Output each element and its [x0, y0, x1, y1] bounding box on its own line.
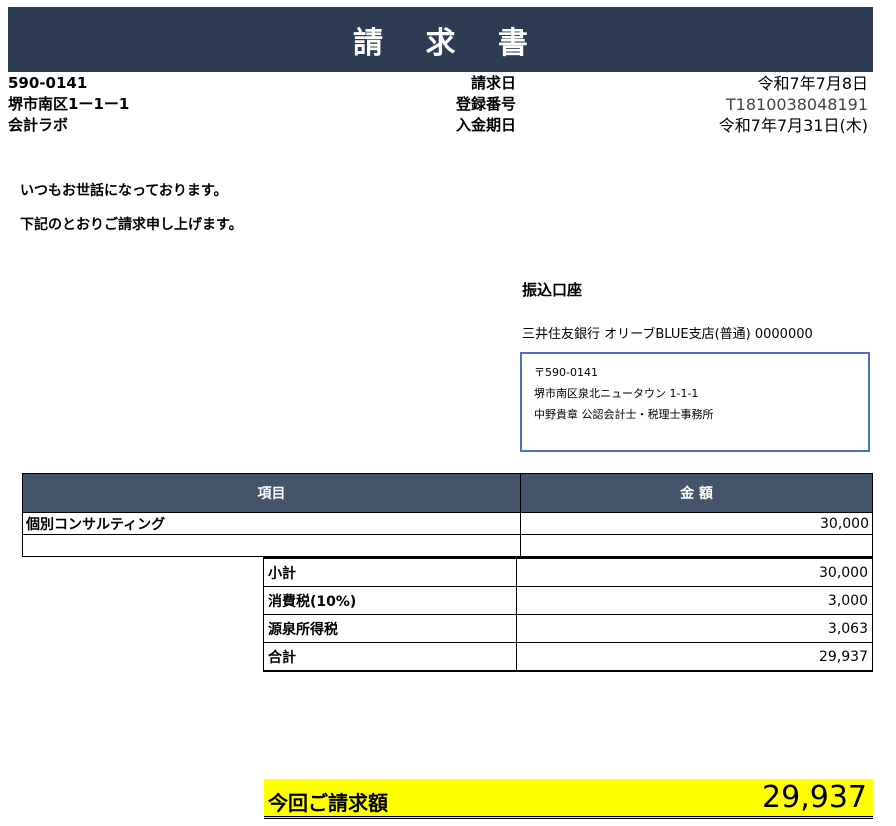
total-label: 合計	[263, 642, 517, 672]
item-column-header: 項目	[22, 473, 521, 513]
summary-table: 小計 30,000 消費税(10%) 3,000 源泉所得税 3,063 合計 …	[263, 557, 873, 672]
consumption-tax-label: 消費税(10%)	[263, 586, 517, 615]
meta-labels: 請求日 登録番号 入金期日	[420, 73, 516, 136]
withholding-tax-row: 源泉所得税 3,063	[263, 614, 873, 643]
consumption-tax-amount: 3,000	[516, 586, 873, 615]
withholding-tax-amount: 3,063	[516, 614, 873, 643]
sender-address: 堺市南区泉北ニュータウン 1-1-1	[534, 387, 699, 400]
consumption-tax-row: 消費税(10%) 3,000	[263, 586, 873, 615]
registration-number-label: 登録番号	[455, 95, 516, 113]
recipient-postal: 590-0141	[8, 74, 88, 92]
subtotal-label: 小計	[263, 557, 517, 587]
bank-title: 振込口座	[522, 281, 583, 299]
billing-amount-value: 29,937	[762, 780, 867, 815]
subtotal-row: 小計 30,000	[263, 557, 873, 587]
item-cell: 個別コンサルティング	[22, 512, 521, 535]
sender-address-box: 〒590-0141 堺市南区泉北ニュータウン 1-1-1 中野貴章 公認会計士・…	[520, 352, 870, 452]
invoice-date-label: 請求日	[470, 74, 516, 92]
items-table: 項目 金 額 個別コンサルティング 30,000	[22, 473, 873, 557]
greeting-line-2: 下記のとおりご請求申し上げます。	[20, 217, 243, 233]
billing-amount-label: 今回ご請求額	[268, 791, 388, 815]
title-bar: 請 求 書	[8, 7, 873, 72]
table-row: 個別コンサルティング 30,000	[22, 512, 873, 535]
bank-account: 三井住友銀行 オリーブBLUE支店(普通) 0000000	[522, 327, 813, 342]
billing-amount-bar: 今回ご請求額 29,937	[264, 779, 873, 819]
amount-cell: 30,000	[520, 512, 873, 535]
amount-column-header: 金 額	[520, 473, 873, 513]
withholding-tax-label: 源泉所得税	[263, 614, 517, 643]
subtotal-amount: 30,000	[516, 557, 873, 587]
items-header-row: 項目 金 額	[22, 473, 873, 513]
item-cell	[22, 534, 521, 557]
sender-name: 中野貴章 公認会計士・税理士事務所	[534, 408, 714, 421]
meta-values: 令和7年7月8日 T1810038048191 令和7年7月31日(木)	[620, 73, 868, 136]
due-date-value: 令和7年7月31日(木)	[718, 116, 868, 135]
table-row	[22, 534, 873, 557]
amount-cell	[520, 534, 873, 557]
registration-number-value: T1810038048191	[725, 95, 868, 114]
total-row: 合計 29,937	[263, 642, 873, 672]
recipient-address: 堺市南区1ー1ー1	[8, 95, 130, 113]
sender-postal: 〒590-0141	[534, 366, 598, 379]
recipient-block: 590-0141 堺市南区1ー1ー1 会計ラボ	[8, 73, 129, 136]
invoice-date-value: 令和7年7月8日	[757, 74, 868, 93]
recipient-name: 会計ラボ	[8, 116, 69, 134]
greeting-line-1: いつもお世話になっております。	[20, 183, 228, 199]
document-title: 請 求 書	[353, 25, 544, 61]
due-date-label: 入金期日	[455, 116, 516, 134]
total-amount: 29,937	[516, 642, 873, 672]
